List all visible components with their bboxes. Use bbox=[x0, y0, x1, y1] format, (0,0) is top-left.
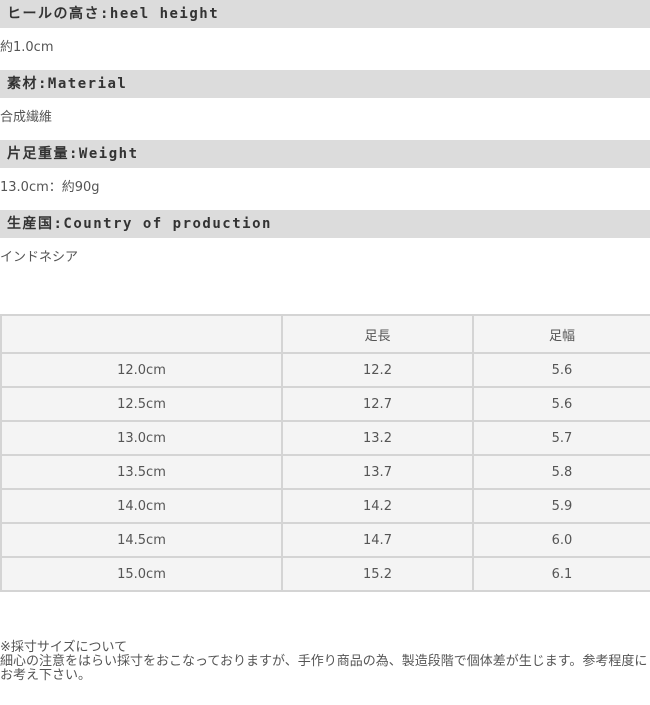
spec-weight-header: 片足重量:Weight bbox=[0, 140, 650, 168]
foot-length-cell: 12.2 bbox=[281, 352, 474, 388]
table-row: 12.0cm 12.2 5.6 bbox=[0, 352, 650, 388]
spec-heel-height-value: 約1.0cm bbox=[0, 40, 54, 55]
table-row: 13.5cm 13.7 5.8 bbox=[0, 454, 650, 490]
size-table-header-row: 足長 足幅 bbox=[0, 314, 650, 354]
foot-length-cell: 14.7 bbox=[281, 522, 474, 558]
foot-length-header: 足長 bbox=[281, 314, 474, 354]
spec-heel-height-header: ヒールの高さ:heel height bbox=[0, 0, 650, 28]
spec-material-value: 合成繊維 bbox=[0, 110, 53, 125]
size-cell: 13.0cm bbox=[0, 420, 283, 456]
table-row: 14.5cm 14.7 6.0 bbox=[0, 522, 650, 558]
sizing-note-body: 細心の注意をはらい採寸をおこなっておりますが、手作り商品の為、製造段階で個体差が… bbox=[0, 654, 648, 683]
foot-length-cell: 12.7 bbox=[281, 386, 474, 422]
table-row: 14.0cm 14.2 5.9 bbox=[0, 488, 650, 524]
foot-width-cell: 5.8 bbox=[472, 454, 650, 490]
foot-width-cell: 5.7 bbox=[472, 420, 650, 456]
spec-country-value: インドネシア bbox=[0, 250, 79, 265]
foot-length-cell: 13.2 bbox=[281, 420, 474, 456]
table-row: 12.5cm 12.7 5.6 bbox=[0, 386, 650, 422]
foot-length-cell: 13.7 bbox=[281, 454, 474, 490]
foot-width-cell: 6.1 bbox=[472, 556, 650, 592]
size-header-cell bbox=[0, 314, 283, 354]
foot-length-cell: 14.2 bbox=[281, 488, 474, 524]
size-cell: 14.0cm bbox=[0, 488, 283, 524]
table-row: 13.0cm 13.2 5.7 bbox=[0, 420, 650, 456]
foot-width-cell: 5.6 bbox=[472, 386, 650, 422]
spec-weight-value: 13.0cm：約90g bbox=[0, 180, 100, 195]
foot-width-header: 足幅 bbox=[472, 314, 650, 354]
sizing-note-title: ※採寸サイズについて bbox=[0, 640, 128, 655]
spec-country-header: 生産国:Country of production bbox=[0, 210, 650, 238]
spec-material-header: 素材:Material bbox=[0, 70, 650, 98]
foot-width-cell: 6.0 bbox=[472, 522, 650, 558]
foot-length-cell: 15.2 bbox=[281, 556, 474, 592]
size-table: 足長 足幅 12.0cm 12.2 5.6 12.5cm 12.7 5.6 13… bbox=[0, 314, 650, 592]
size-cell: 15.0cm bbox=[0, 556, 283, 592]
size-cell: 12.0cm bbox=[0, 352, 283, 388]
sizing-note: ※採寸サイズについて 細心の注意をはらい採寸をおこなっておりますが、手作り商品の… bbox=[0, 641, 650, 683]
size-cell: 12.5cm bbox=[0, 386, 283, 422]
foot-width-cell: 5.9 bbox=[472, 488, 650, 524]
size-cell: 14.5cm bbox=[0, 522, 283, 558]
table-row: 15.0cm 15.2 6.1 bbox=[0, 556, 650, 592]
size-cell: 13.5cm bbox=[0, 454, 283, 490]
foot-width-cell: 5.6 bbox=[472, 352, 650, 388]
